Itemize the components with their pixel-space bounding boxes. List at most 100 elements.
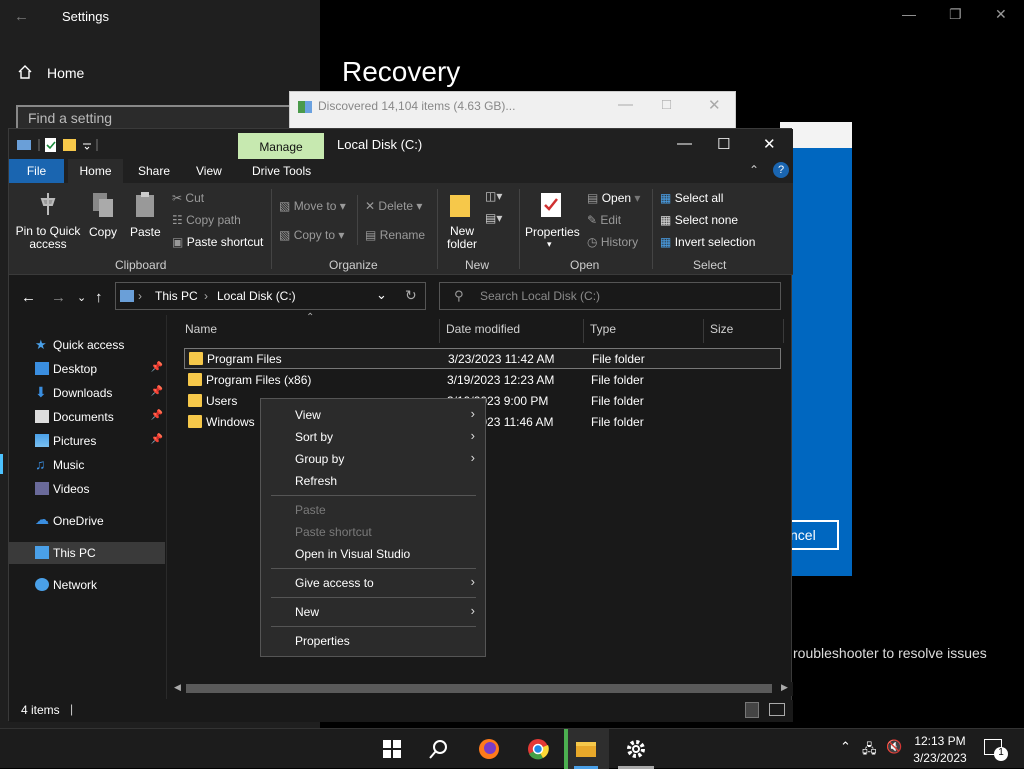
active-indicator — [564, 729, 568, 769]
scroll-left-icon[interactable]: ◀ — [174, 682, 181, 693]
scrollbar-thumb[interactable] — [186, 684, 772, 693]
minimize-button[interactable]: — — [902, 6, 916, 22]
invert-selection-button[interactable]: ▦ Invert selection — [660, 235, 755, 249]
tab-home[interactable]: Home — [68, 159, 123, 183]
minimize-button[interactable]: — — [677, 135, 692, 152]
start-icon[interactable] — [380, 737, 404, 761]
help-icon[interactable]: ? — [773, 162, 789, 178]
copy-to-label: Copy to — [293, 228, 336, 242]
column-divider[interactable] — [583, 319, 584, 343]
recent-locations-icon[interactable]: ⌄ — [77, 291, 86, 304]
settings-gear-icon[interactable] — [624, 737, 648, 761]
up-arrow-icon[interactable]: ↑ — [95, 289, 103, 306]
column-date-modified[interactable]: Date modified — [446, 322, 520, 336]
nav-pictures[interactable]: Pictures 📌 — [9, 430, 165, 452]
menu-item-open-visual-studio[interactable]: Open in Visual Studio — [295, 547, 410, 561]
back-arrow-icon[interactable]: ← — [14, 8, 29, 25]
search-icon[interactable] — [427, 737, 451, 761]
firefox-icon[interactable] — [477, 737, 501, 761]
nav-downloads[interactable]: ⬇ Downloads 📌 — [9, 382, 165, 404]
select-none-button[interactable]: ▦ Select none — [660, 213, 738, 227]
menu-item-view[interactable]: View — [295, 408, 321, 422]
easy-access-button[interactable]: ▤▾ — [485, 211, 502, 225]
menu-item-give-access[interactable]: Give access to — [295, 576, 374, 590]
drive-icon — [120, 290, 134, 302]
settings-home-link[interactable]: Home — [47, 65, 84, 81]
tab-drive-tools[interactable]: Drive Tools — [252, 159, 311, 183]
maximize-button[interactable]: ☐ — [717, 135, 730, 153]
large-icons-view-icon[interactable] — [769, 703, 785, 716]
column-size[interactable]: Size — [710, 322, 733, 336]
scroll-right-icon[interactable]: ▶ — [781, 682, 788, 693]
menu-item-new[interactable]: New — [295, 605, 319, 619]
breadcrumb-this-pc[interactable]: This PC — [155, 289, 198, 303]
select-all-button[interactable]: ▦ Select all — [660, 191, 723, 205]
pin-icon: 📌 — [150, 434, 163, 445]
new-item-button[interactable]: ◫▾ — [485, 189, 502, 203]
nav-network[interactable]: Network — [9, 574, 165, 596]
copy-button[interactable] — [91, 191, 115, 224]
tab-manage[interactable]: Manage — [238, 133, 324, 160]
menu-item-properties[interactable]: Properties — [295, 634, 350, 648]
rename-button[interactable]: ▤ Rename — [365, 228, 425, 242]
close-button[interactable]: ✕ — [763, 135, 776, 153]
column-type[interactable]: Type — [590, 322, 616, 336]
copy-to-button[interactable]: ▧ Copy to ▾ — [279, 228, 344, 242]
menu-item-refresh[interactable]: Refresh — [295, 474, 337, 488]
back-arrow-icon[interactable]: ← — [21, 289, 36, 306]
column-divider[interactable] — [439, 319, 440, 343]
breadcrumb-local-disk[interactable]: Local Disk (C:) — [217, 289, 296, 303]
nav-videos[interactable]: Videos — [9, 478, 165, 500]
network-tray-icon[interactable]: 🖧 — [862, 740, 877, 762]
move-to-button[interactable]: ▧ Move to ▾ — [279, 199, 346, 213]
table-row[interactable]: Program Files (x86) 3/19/2023 12:23 AM F… — [184, 370, 781, 391]
nav-documents[interactable]: Documents 📌 — [9, 406, 165, 428]
paste-button[interactable] — [133, 191, 157, 224]
menu-item-sort-by[interactable]: Sort by — [295, 430, 333, 444]
forward-arrow-icon[interactable]: → — [51, 289, 66, 306]
move-to-label: Move to — [293, 199, 337, 213]
open-button[interactable]: ▤ Open ▾ — [587, 191, 640, 205]
history-button[interactable]: ◷ History — [587, 235, 638, 249]
tab-view[interactable]: View — [196, 159, 222, 183]
tab-file[interactable]: File — [9, 159, 64, 183]
edit-button[interactable]: ✎ Edit — [587, 213, 621, 227]
nav-onedrive[interactable]: ☁ OneDrive — [9, 510, 165, 532]
volume-muted-icon[interactable]: 🔇 — [886, 739, 902, 755]
column-divider[interactable] — [703, 319, 704, 343]
maximize-button[interactable]: ❐ — [949, 6, 962, 23]
nav-quick-access[interactable]: ★ Quick access — [9, 334, 165, 356]
paste-shortcut-button[interactable]: ▣ Paste shortcut — [172, 235, 263, 249]
column-name[interactable]: Name — [185, 322, 217, 336]
table-row[interactable]: Program Files 3/23/2023 11:42 AM File fo… — [184, 348, 781, 369]
close-button[interactable]: ✕ — [708, 96, 721, 114]
menu-item-group-by[interactable]: Group by — [295, 452, 344, 466]
properties-button[interactable] — [539, 191, 563, 224]
column-divider[interactable] — [783, 319, 784, 343]
delete-button[interactable]: ✕ Delete ▾ — [365, 199, 422, 213]
refresh-icon[interactable]: ↻ — [405, 287, 417, 304]
details-view-icon[interactable] — [745, 702, 759, 718]
nav-this-pc[interactable]: This PC — [9, 542, 165, 564]
nav-desktop[interactable]: Desktop 📌 — [9, 358, 165, 380]
clock[interactable]: 12:13 PM 3/23/2023 — [912, 734, 968, 765]
close-button[interactable]: ✕ — [995, 6, 1007, 23]
address-dropdown-icon[interactable]: ⌄ — [376, 287, 387, 303]
properties-dropdown-icon[interactable]: ▾ — [547, 239, 552, 250]
tab-share[interactable]: Share — [138, 159, 170, 183]
chevron-up-icon[interactable]: ⌃ — [840, 739, 851, 755]
address-bar[interactable]: › This PC › Local Disk (C:) ⌄ ↻ — [115, 282, 426, 310]
explorer-taskbar-button[interactable] — [564, 729, 609, 769]
search-input[interactable]: ⚲ Search Local Disk (C:) — [439, 282, 781, 310]
new-folder-button[interactable] — [449, 191, 471, 224]
nav-music[interactable]: ♫ Music — [9, 454, 165, 476]
pin-quick-access-button[interactable] — [17, 191, 79, 222]
copy-path-button[interactable]: ☷ Copy path — [172, 213, 241, 227]
collapse-ribbon-icon[interactable]: ⌃ — [749, 163, 759, 177]
cut-button[interactable]: ✂ Cut — [172, 191, 204, 205]
copy-path-icon: ☷ — [172, 213, 183, 227]
chrome-icon[interactable] — [526, 737, 550, 761]
maximize-button[interactable]: □ — [662, 96, 671, 113]
folder-icon — [188, 373, 202, 386]
minimize-button[interactable]: — — [618, 96, 633, 113]
